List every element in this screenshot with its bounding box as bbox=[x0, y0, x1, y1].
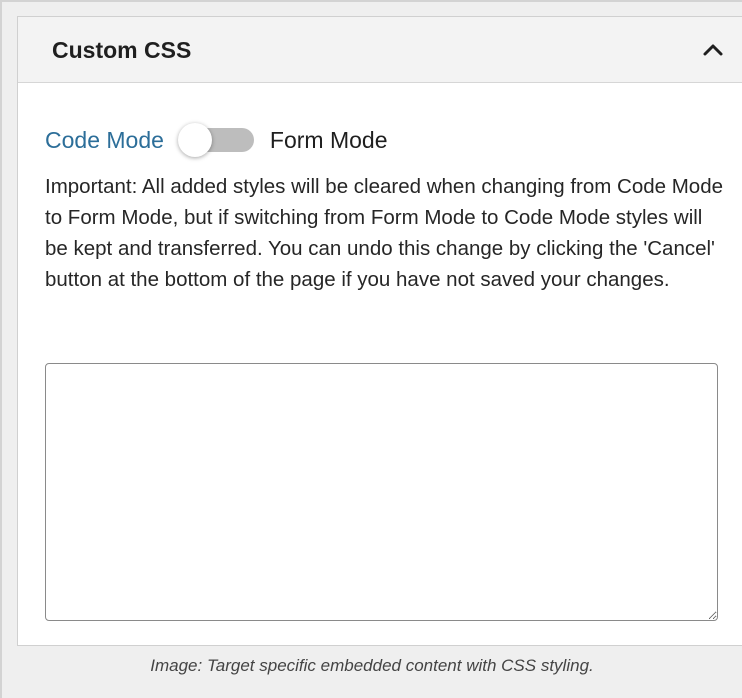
screenshot-frame: Custom CSS Code Mode Form Mode Important… bbox=[0, 0, 742, 698]
image-caption: Image: Target specific embedded content … bbox=[150, 656, 594, 675]
mode-change-notice: Important: All added styles will be clea… bbox=[45, 175, 724, 291]
mode-toggle[interactable] bbox=[177, 123, 258, 157]
code-mode-label[interactable]: Code Mode bbox=[45, 126, 164, 154]
mode-switch-row: Code Mode Form Mode bbox=[45, 123, 388, 157]
form-mode-label[interactable]: Form Mode bbox=[270, 126, 388, 154]
panel-title: Custom CSS bbox=[52, 37, 192, 63]
panel-header[interactable]: Custom CSS bbox=[18, 17, 742, 83]
chevron-up-icon[interactable] bbox=[698, 35, 728, 65]
css-code-textarea[interactable] bbox=[45, 363, 718, 621]
toggle-knob[interactable] bbox=[177, 123, 212, 157]
custom-css-panel: Custom CSS Code Mode Form Mode Important… bbox=[17, 16, 742, 646]
